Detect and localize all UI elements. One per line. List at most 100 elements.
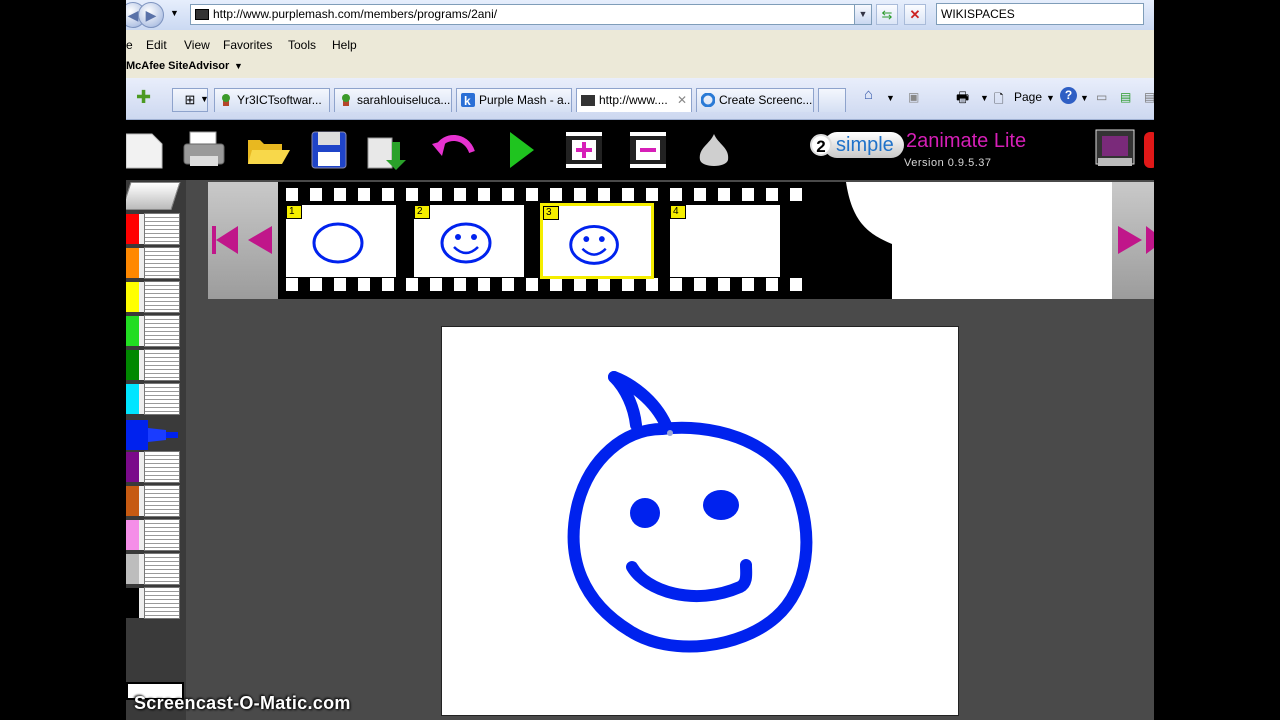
siteadvisor-dropdown-icon[interactable]: ▼ (234, 61, 243, 71)
add-frame-icon[interactable] (562, 130, 606, 170)
new-file-icon[interactable] (126, 130, 170, 170)
sprocket-hole (454, 278, 466, 291)
undo-icon[interactable] (432, 130, 476, 170)
open-folder-icon[interactable] (246, 130, 290, 170)
address-dropdown-icon[interactable]: ▼ (854, 4, 872, 25)
page-menu-icon[interactable]: 🗋 (994, 90, 1004, 111)
quick-tabs-icon: ⊞ (184, 92, 196, 107)
frame-4[interactable]: 4 (670, 205, 780, 277)
line-thickness-icon[interactable] (144, 519, 180, 551)
feeds-icon[interactable]: ▣ (908, 90, 919, 104)
frame-2[interactable]: 2 (414, 205, 524, 277)
stop-icon[interactable]: ✕ (904, 4, 926, 25)
print-icon[interactable] (182, 130, 226, 170)
line-thickness-icon[interactable] (144, 315, 180, 347)
frame-number: 3 (543, 206, 559, 220)
filmstrip-curl (818, 182, 892, 299)
colour-swatch[interactable] (126, 384, 140, 414)
line-thickness-icon[interactable] (144, 213, 180, 245)
line-thickness-icon[interactable] (144, 587, 180, 619)
tab-create-screencast[interactable]: Create Screenc... (696, 88, 814, 112)
sprocket-hole (766, 188, 778, 201)
previous-frame-icon[interactable] (248, 226, 272, 254)
tab-list-dropdown-icon[interactable]: ▼ (200, 94, 209, 104)
menu-file[interactable]: e (126, 38, 133, 52)
menu-edit[interactable]: Edit (146, 38, 167, 52)
colour-swatch[interactable] (126, 486, 140, 516)
help-dropdown-icon[interactable]: ▼ (1080, 93, 1089, 103)
menu-favorites[interactable]: Favorites (223, 38, 272, 52)
save-icon[interactable] (308, 130, 352, 170)
siteadvisor-button[interactable]: McAfee SiteAdvisor (126, 60, 229, 72)
delete-frame-icon[interactable] (626, 130, 670, 170)
home-icon[interactable]: ⌂ (864, 86, 873, 103)
print-icon[interactable]: 🖶 (956, 87, 969, 111)
more-tools-icon[interactable]: ▤ (1144, 90, 1154, 104)
menu-help[interactable]: Help (332, 38, 357, 52)
colour-swatch[interactable] (126, 282, 140, 312)
search-input[interactable]: WIKISPACES (936, 3, 1144, 25)
address-input[interactable]: http://www.purplemash.com/members/progra… (190, 4, 872, 25)
mash-favicon-icon (581, 95, 595, 106)
line-thickness-icon[interactable] (144, 349, 180, 381)
menu-bar: e Edit View Favorites Tools Help (126, 30, 1154, 58)
animate-app: 2 simple 2animate Lite Version 0.9.5.37 (126, 120, 1154, 720)
colour-swatch[interactable] (126, 350, 140, 380)
sprocket-hole (670, 278, 682, 291)
help-icon[interactable]: ? (1060, 87, 1077, 104)
sprocket-hole (550, 278, 562, 291)
page-dropdown-icon[interactable]: ▼ (1046, 93, 1055, 103)
left-letterbox (0, 0, 126, 720)
messenger-icon[interactable]: ▤ (1120, 90, 1131, 104)
tab-close-icon[interactable]: ✕ (677, 89, 687, 111)
favorites-star-icon[interactable]: ✚ (136, 87, 151, 108)
colour-swatch[interactable] (126, 588, 140, 618)
sprocket-hole (526, 188, 538, 201)
export-icon[interactable] (366, 130, 410, 170)
selected-pen-icon[interactable] (126, 420, 178, 450)
frame-1[interactable]: 1 (286, 205, 396, 277)
eraser-icon[interactable] (126, 182, 181, 210)
page-menu[interactable]: Page (1014, 90, 1042, 104)
colour-swatch[interactable] (126, 520, 140, 550)
colour-swatch[interactable] (126, 452, 140, 482)
line-thickness-icon[interactable] (144, 451, 180, 483)
first-frame-icon[interactable] (212, 226, 238, 254)
tab-bar: ✚ ⊞ ▼ Yr3ICTsoftwar... sarahlouiseluca..… (126, 78, 1154, 120)
tab-current[interactable]: http://www.... ✕ (576, 88, 692, 112)
app-title: 2animate Lite (906, 130, 1027, 152)
next-frame-icon[interactable] (1118, 226, 1142, 254)
research-icon[interactable]: ▭ (1096, 90, 1107, 104)
last-frame-icon[interactable] (1146, 226, 1154, 254)
line-thickness-icon[interactable] (144, 247, 180, 279)
line-thickness-icon[interactable] (144, 485, 180, 517)
refresh-icon[interactable]: ⇆ (876, 4, 898, 25)
frame-3[interactable]: 3 (540, 203, 654, 279)
brand-word: simple (824, 132, 904, 158)
onion-skin-icon[interactable] (692, 130, 736, 170)
new-tab-button[interactable] (818, 88, 846, 112)
drawing-canvas[interactable] (441, 326, 959, 716)
colour-swatch[interactable] (126, 316, 140, 346)
history-dropdown-icon[interactable]: ▼ (170, 8, 179, 18)
sprocket-hole (742, 278, 754, 291)
sprocket-hole (646, 188, 658, 201)
play-icon[interactable] (500, 130, 544, 170)
line-thickness-icon[interactable] (144, 553, 180, 585)
line-thickness-icon[interactable] (144, 383, 180, 415)
tab-sarahlouise[interactable]: sarahlouiseluca... (334, 88, 452, 112)
tab-yr3ict[interactable]: Yr3ICTsoftwar... (214, 88, 330, 112)
close-app-icon[interactable] (1144, 132, 1154, 168)
forward-icon[interactable]: ▶ (138, 2, 164, 28)
print-dropdown-icon[interactable]: ▼ (980, 93, 989, 103)
menu-view[interactable]: View (184, 38, 210, 52)
colour-swatch[interactable] (126, 248, 140, 278)
menu-tools[interactable]: Tools (288, 38, 316, 52)
line-thickness-icon[interactable] (144, 281, 180, 313)
film-export-icon[interactable] (1094, 128, 1138, 168)
tab-purple-mash[interactable]: k Purple Mash - a... (456, 88, 572, 112)
colour-swatch[interactable] (126, 214, 140, 244)
home-dropdown-icon[interactable]: ▼ (886, 93, 895, 103)
2simple-logo: 2 simple (810, 130, 904, 160)
colour-swatch[interactable] (126, 554, 140, 584)
